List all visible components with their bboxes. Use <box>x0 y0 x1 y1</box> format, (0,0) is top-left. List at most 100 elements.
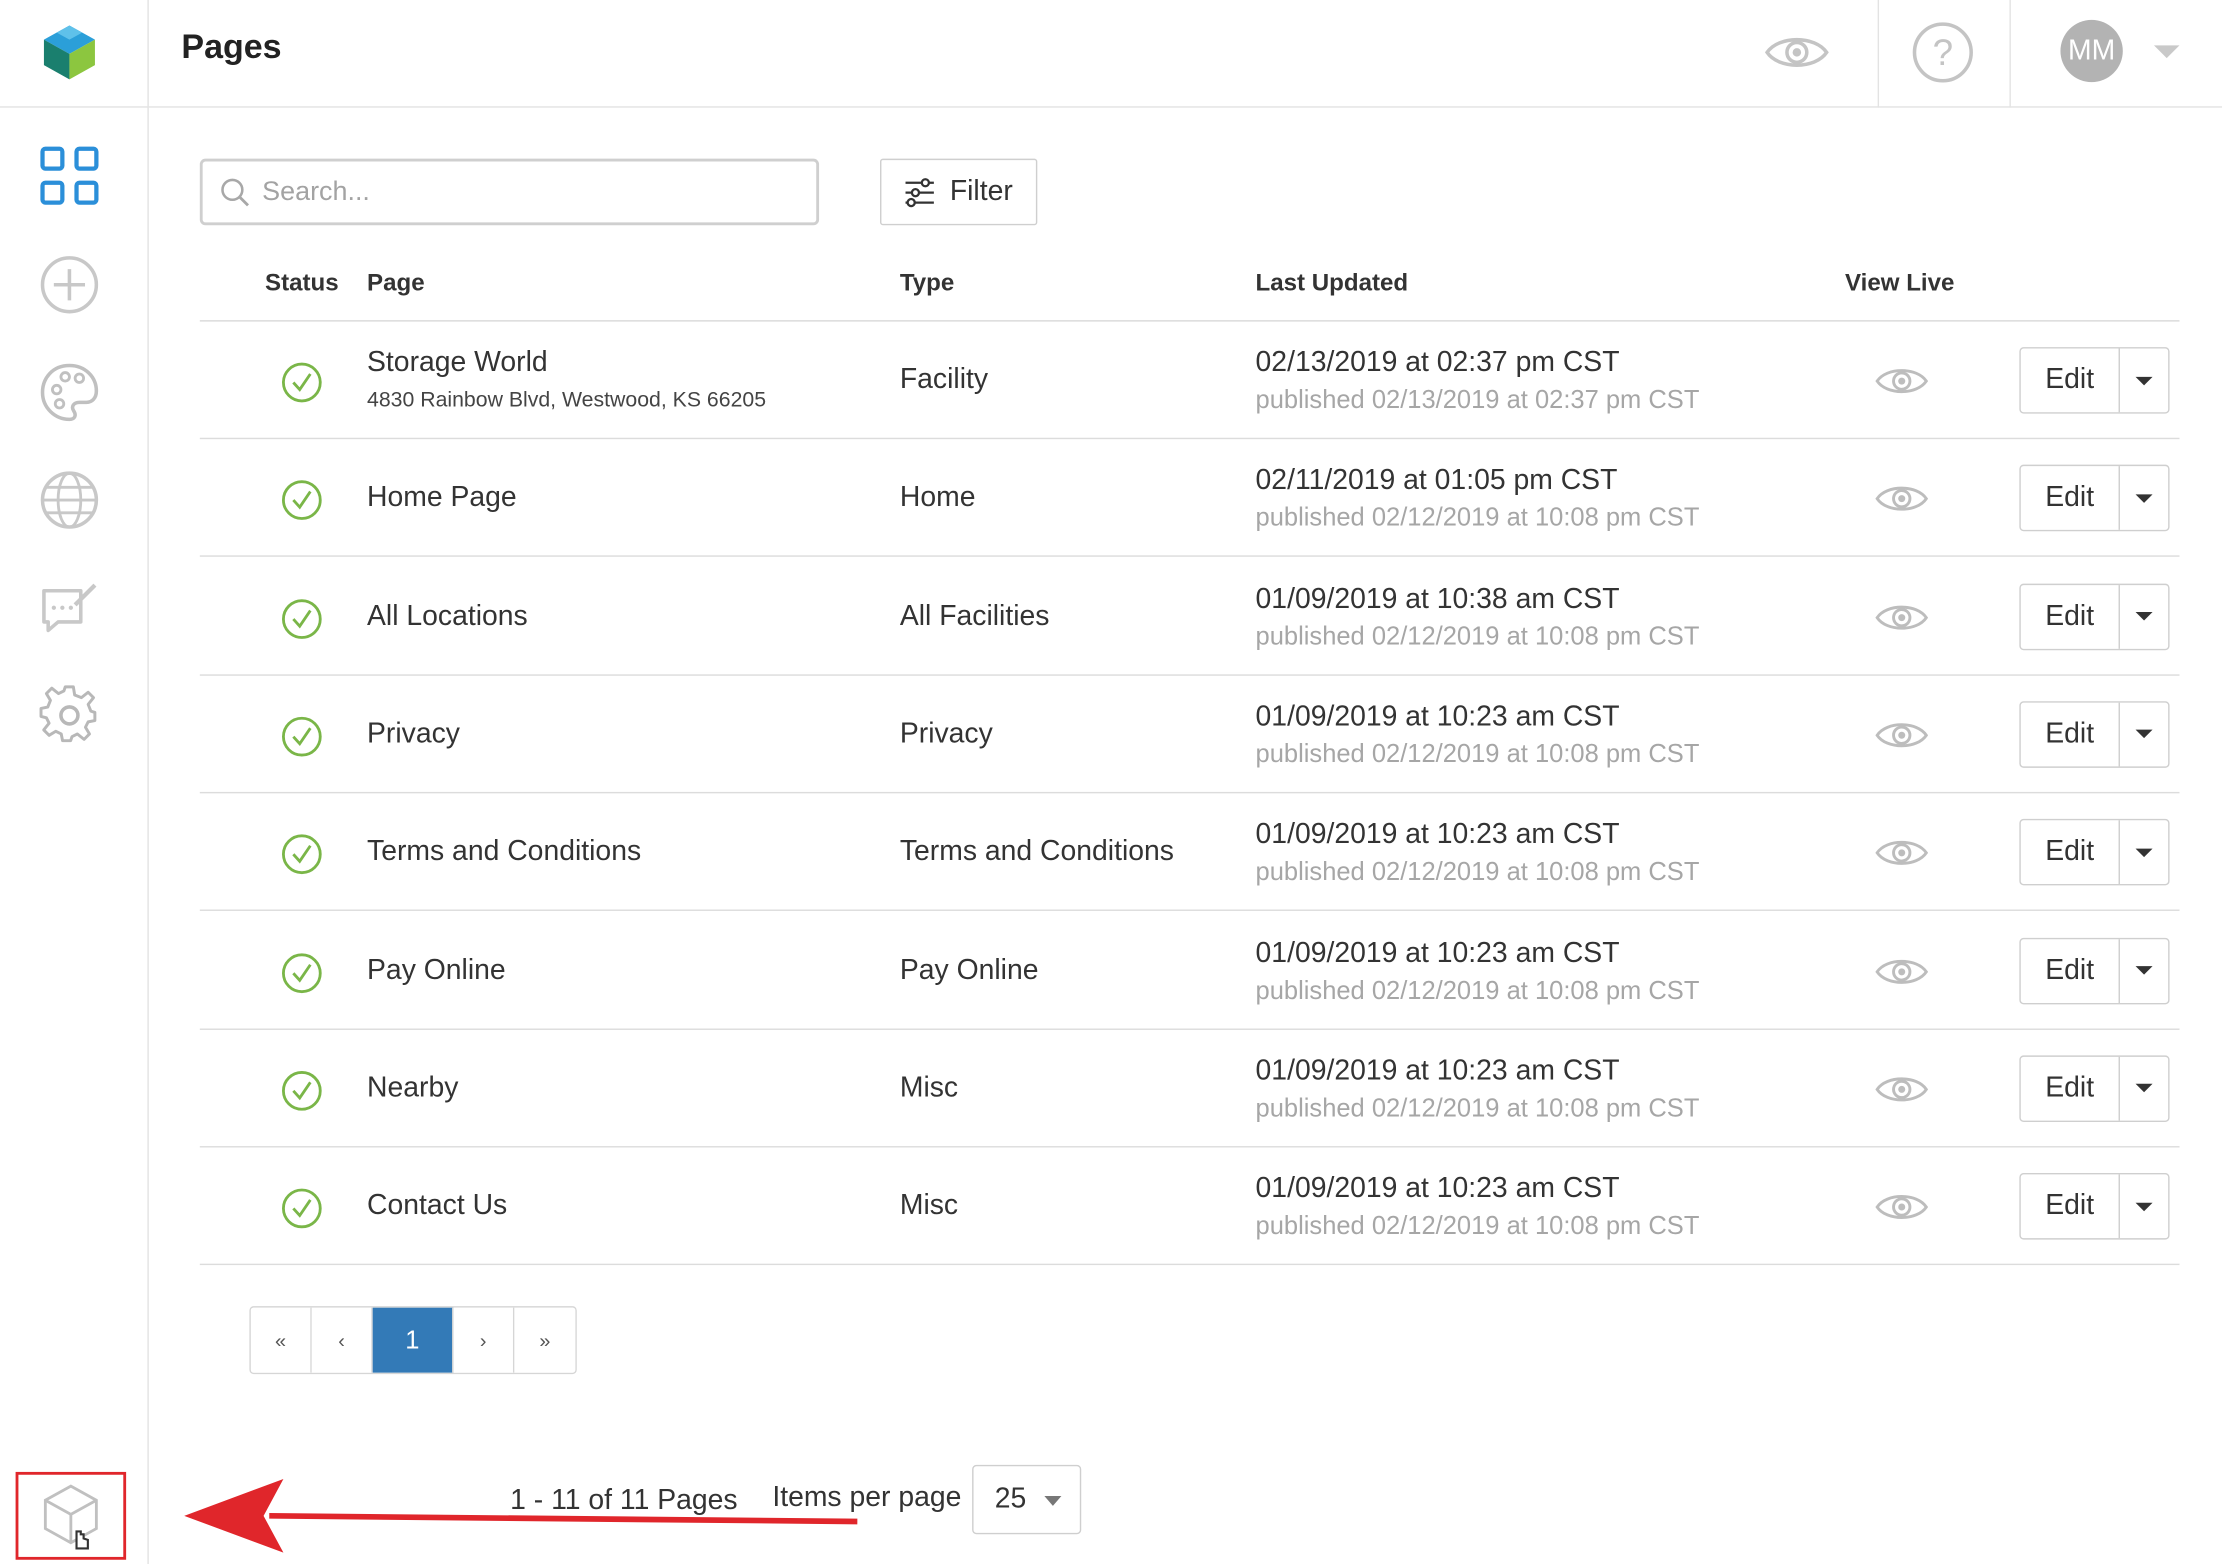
edit-dropdown-toggle[interactable] <box>2120 467 2168 531</box>
logo-icon[interactable] <box>40 23 100 83</box>
page-type: All Facilities <box>899 600 1050 632</box>
edit-dropdown-toggle[interactable] <box>2120 349 2168 413</box>
column-header-page[interactable]: Page <box>367 269 425 297</box>
last-updated: 01/09/2019 at 10:23 am CST <box>1255 1173 1620 1205</box>
view-live-button[interactable] <box>1872 1064 1932 1115</box>
dashboard-grid-icon <box>40 146 99 205</box>
column-header-last-updated[interactable]: Last Updated <box>1256 269 1409 297</box>
eye-icon <box>1875 369 1929 393</box>
sidebar-item-settings[interactable] <box>37 683 102 748</box>
eye-icon <box>1875 841 1929 865</box>
edit-dropdown-toggle[interactable] <box>2120 939 2168 1003</box>
status-published <box>281 1187 324 1230</box>
edit-button[interactable]: Edit <box>2021 466 2120 531</box>
edit-button-group: Edit <box>2019 701 2170 768</box>
edit-dropdown-toggle[interactable] <box>2120 821 2168 885</box>
caret-down-icon <box>2135 1202 2153 1211</box>
sidebar-item-domains[interactable] <box>37 468 102 533</box>
last-updated: 01/09/2019 at 10:23 am CST <box>1255 701 1620 733</box>
caret-down-icon <box>2135 1084 2153 1093</box>
published-date: published 02/12/2019 at 10:08 pm CST <box>1255 621 1700 650</box>
edit-button-group: Edit <box>2019 465 2170 532</box>
caret-down-icon <box>2135 848 2153 857</box>
table-row: Pay Online Pay Online 01/09/2019 at 10:23 … <box>199 912 2180 1030</box>
page-1-button[interactable]: 1 <box>372 1307 454 1373</box>
column-header-type[interactable]: Type <box>900 269 954 297</box>
page-name[interactable]: Terms and Conditions <box>367 836 641 869</box>
eye-icon <box>1875 1195 1929 1220</box>
page-name[interactable]: Storage World <box>367 347 548 380</box>
view-live-button[interactable] <box>1872 592 1932 643</box>
status-published <box>281 1069 324 1112</box>
table-row: Storage World 4830 Rainbow Blvd, Westwood… <box>199 322 2180 440</box>
sidebar-item-messages[interactable] <box>37 575 102 640</box>
page-name[interactable]: Pay Online <box>367 954 506 987</box>
page-name[interactable]: Privacy <box>367 718 460 751</box>
help-button[interactable]: ? <box>1910 20 1975 85</box>
status-published <box>281 361 324 404</box>
edit-button[interactable]: Edit <box>2021 820 2120 885</box>
edit-button[interactable]: Edit <box>2021 1056 2120 1121</box>
page-type: Misc <box>899 1072 959 1104</box>
edit-dropdown-toggle[interactable] <box>2120 585 2168 649</box>
chat-edit-icon <box>42 583 97 633</box>
last-page-button[interactable]: » <box>514 1307 576 1373</box>
table-row: All Locations All Facilities 01/09/2019 at… <box>199 558 2180 676</box>
filter-button[interactable]: Filter <box>880 158 1038 226</box>
table-row: Terms and Conditions Terms and Conditions… <box>199 794 2180 912</box>
view-live-button[interactable] <box>1872 828 1932 879</box>
search-input[interactable] <box>262 176 801 208</box>
view-live-button[interactable] <box>1872 356 1932 407</box>
globe-icon <box>40 471 99 529</box>
edit-button-group: Edit <box>2019 1055 2170 1122</box>
caret-down-icon <box>2135 376 2153 385</box>
edit-dropdown-toggle[interactable] <box>2120 703 2168 767</box>
edit-button[interactable]: Edit <box>2021 1174 2120 1239</box>
page-name[interactable]: Home Page <box>367 482 517 515</box>
published-date: published 02/12/2019 at 10:08 pm CST <box>1255 739 1700 768</box>
search-icon <box>221 177 249 206</box>
check-circle-icon <box>282 952 322 993</box>
column-header-status[interactable]: Status <box>265 269 339 297</box>
view-live-button[interactable] <box>1872 710 1932 761</box>
sliders-icon <box>905 177 935 207</box>
sidebar-item-dashboard[interactable] <box>37 143 102 208</box>
table-row: Contact Us Misc 01/09/2019 at 10:23 am CST… <box>199 1148 2180 1266</box>
chevron-down-icon[interactable] <box>2153 45 2180 59</box>
status-published <box>281 479 324 522</box>
caret-down-icon <box>2135 966 2153 975</box>
page-name[interactable]: Contact Us <box>367 1190 507 1223</box>
edit-button[interactable]: Edit <box>2021 938 2120 1003</box>
last-updated: 01/09/2019 at 10:23 am CST <box>1255 1055 1620 1087</box>
sidebar-item-design[interactable] <box>37 360 102 425</box>
avatar[interactable]: MM <box>2060 19 2123 83</box>
last-updated: 01/09/2019 at 10:23 am CST <box>1255 937 1620 969</box>
sidebar-item-add[interactable] <box>37 252 102 317</box>
page-name[interactable]: Nearby <box>367 1072 458 1105</box>
items-per-page-select[interactable]: 25 <box>972 1464 1082 1535</box>
published-date: published 02/12/2019 at 10:08 pm CST <box>1255 975 1700 1004</box>
view-live-button[interactable] <box>1872 946 1932 997</box>
caret-down-icon <box>2135 494 2153 503</box>
edit-button[interactable]: Edit <box>2021 584 2120 649</box>
page-type: Misc <box>899 1190 959 1222</box>
edit-button[interactable]: Edit <box>2021 348 2120 413</box>
edit-button[interactable]: Edit <box>2021 702 2120 767</box>
status-published <box>281 715 324 758</box>
view-live-button[interactable] <box>1872 474 1932 525</box>
edit-dropdown-toggle[interactable] <box>2120 1175 2168 1239</box>
check-circle-icon <box>282 716 322 757</box>
view-live-button[interactable] <box>1872 1182 1932 1233</box>
top-divider <box>1877 0 1880 108</box>
page-type: Facility <box>899 364 989 396</box>
first-page-button[interactable]: « <box>250 1307 312 1373</box>
palette-icon <box>40 363 99 422</box>
next-page-button[interactable]: › <box>453 1307 515 1373</box>
preview-button[interactable] <box>1764 20 1829 85</box>
prev-page-button[interactable]: ‹ <box>311 1307 373 1373</box>
published-date: published 02/12/2019 at 10:08 pm CST <box>1255 503 1700 532</box>
gear-icon <box>39 685 97 743</box>
page-name[interactable]: All Locations <box>367 600 528 633</box>
sidebar-item-cube-highlighted[interactable] <box>15 1471 127 1560</box>
edit-dropdown-toggle[interactable] <box>2120 1057 2168 1121</box>
